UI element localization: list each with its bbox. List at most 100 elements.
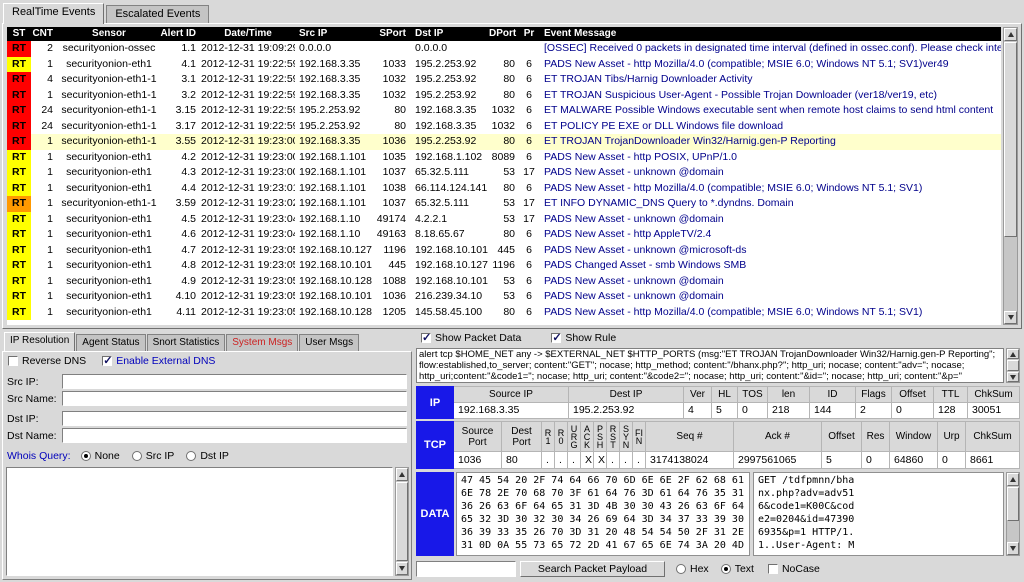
events-scrollbar[interactable]	[1003, 27, 1018, 325]
ip-value-cell: 30051	[968, 403, 1020, 420]
search-payload-input[interactable]	[416, 561, 516, 577]
col-header-cnt[interactable]: CNT	[31, 27, 59, 41]
dst-ip-input[interactable]	[62, 411, 407, 426]
external-dns-checkbox[interactable]: Enable External DNS	[102, 355, 215, 367]
event-cell-cnt: 1	[31, 134, 59, 150]
event-cell-pr: 6	[519, 103, 539, 119]
col-header-dst-ip[interactable]: Dst IP	[411, 27, 489, 41]
event-cell-st: RT	[7, 150, 31, 166]
tcp-header-cell: RST	[607, 421, 620, 452]
search-type-option-hex[interactable]: Hex	[676, 563, 709, 575]
event-cell-sport: 1037	[375, 165, 411, 181]
event-cell-sensor: securityonion-eth1	[59, 212, 159, 228]
event-row[interactable]: RT1securityonion-eth1-13.552012-12-31 19…	[7, 134, 1001, 150]
event-row[interactable]: RT1securityonion-eth14.62012-12-31 19:23…	[7, 227, 1001, 243]
event-row[interactable]: RT1securityonion-eth14.32012-12-31 19:23…	[7, 165, 1001, 181]
scroll-up-button[interactable]	[396, 468, 408, 481]
event-cell-cnt: 1	[31, 88, 59, 104]
event-row[interactable]: RT1securityonion-eth14.22012-12-31 19:23…	[7, 150, 1001, 166]
col-header-datetime[interactable]: Date/Time	[201, 27, 295, 41]
rule-scrollbar[interactable]	[1006, 348, 1020, 383]
ip-resolution-output[interactable]	[6, 467, 393, 576]
ip-header-cell: ID	[810, 386, 856, 403]
whois-option-dst-ip[interactable]: Dst IP	[186, 450, 229, 462]
scroll-down-button[interactable]	[396, 562, 408, 575]
show-packet-data-checkbox[interactable]: Show Packet Data	[421, 332, 521, 344]
scroll-up-button[interactable]	[1007, 473, 1019, 486]
tab-escalated-events[interactable]: Escalated Events	[106, 5, 209, 24]
ip-value-cell: 192.168.3.35	[454, 403, 569, 420]
tcp-value-cell: .	[555, 452, 568, 469]
payload-scrollbar[interactable]	[1006, 472, 1020, 556]
whois-option-none[interactable]: None	[81, 450, 120, 462]
event-cell-pr: 6	[519, 274, 539, 290]
event-cell-message: ET INFO DYNAMIC_DNS Query to *.dyndns. D…	[539, 196, 1001, 212]
resolution-scrollbar[interactable]	[395, 467, 409, 576]
event-row[interactable]: RT1securityonion-eth14.12012-12-31 19:22…	[7, 57, 1001, 73]
event-cell-pr: 6	[519, 134, 539, 150]
tab-ip-resolution[interactable]: IP Resolution	[4, 332, 75, 351]
event-row[interactable]: RT1securityonion-eth14.102012-12-31 19:2…	[7, 289, 1001, 305]
event-cell-datetime: 2012-12-31 19:22:59	[201, 119, 295, 135]
src-name-input[interactable]	[62, 391, 407, 406]
payload-ascii[interactable]: GET /tdfpmnn/bha nx.php?adv=adv51 6&code…	[753, 472, 1004, 556]
event-cell-st: RT	[7, 103, 31, 119]
event-row[interactable]: RT1securityonion-eth14.92012-12-31 19:23…	[7, 274, 1001, 290]
scroll-down-button[interactable]	[1007, 542, 1019, 555]
nocase-checkbox[interactable]: NoCase	[768, 563, 820, 575]
scroll-up-button[interactable]	[1004, 28, 1017, 41]
src-ip-input[interactable]	[62, 374, 407, 389]
event-row[interactable]: RT1securityonion-eth14.112012-12-31 19:2…	[7, 305, 1001, 321]
event-row[interactable]: RT2securityonion-ossec1.12012-12-31 19:0…	[7, 41, 1001, 57]
col-header-dport[interactable]: DPort	[489, 27, 519, 41]
scroll-thumb[interactable]	[1007, 487, 1019, 521]
scroll-down-button[interactable]	[1007, 372, 1019, 382]
scroll-thumb[interactable]	[1004, 42, 1017, 237]
col-header-event-message[interactable]: Event Message	[539, 27, 1001, 41]
event-row[interactable]: RT4securityonion-eth1-13.12012-12-31 19:…	[7, 72, 1001, 88]
event-row[interactable]: RT1securityonion-eth1-13.22012-12-31 19:…	[7, 88, 1001, 104]
search-type-option-text[interactable]: Text	[721, 563, 754, 575]
col-header-st[interactable]: ST	[7, 27, 31, 41]
payload-hex[interactable]: 47 45 54 20 2F 74 64 66 70 6D 6E 6E 2F 6…	[456, 472, 750, 556]
scroll-up-button[interactable]	[1007, 349, 1019, 359]
event-cell-pr	[519, 41, 539, 57]
checkbox-icon	[8, 356, 18, 366]
event-cell-sensor: securityonion-eth1	[59, 289, 159, 305]
col-header-sensor[interactable]: Sensor	[59, 27, 159, 41]
snort-rule-text[interactable]: alert tcp $HOME_NET any -> $EXTERNAL_NET…	[416, 348, 1004, 383]
event-row[interactable]: RT1securityonion-eth14.52012-12-31 19:23…	[7, 212, 1001, 228]
event-cell-src-ip: 195.2.253.92	[295, 119, 375, 135]
col-header-pr[interactable]: Pr	[519, 27, 539, 41]
whois-option-src-ip[interactable]: Src IP	[132, 450, 175, 462]
radio-label: Hex	[690, 563, 709, 575]
event-cell-alert-id: 4.10	[159, 289, 201, 305]
tcp-value-cell: .	[542, 452, 555, 469]
scroll-thumb[interactable]	[1007, 360, 1019, 371]
event-cell-cnt: 1	[31, 196, 59, 212]
event-row[interactable]: RT1securityonion-eth14.42012-12-31 19:23…	[7, 181, 1001, 197]
tab-agent-status[interactable]: Agent Status	[76, 334, 145, 351]
show-rule-checkbox[interactable]: Show Rule	[551, 332, 616, 344]
col-header-src-ip[interactable]: Src IP	[295, 27, 375, 41]
dst-name-input[interactable]	[62, 428, 407, 443]
col-header-alert-id[interactable]: Alert ID	[159, 27, 201, 41]
event-cell-cnt: 4	[31, 72, 59, 88]
event-cell-src-ip: 192.168.3.35	[295, 88, 375, 104]
tab-system-msgs[interactable]: System Msgs	[226, 334, 298, 351]
event-row[interactable]: RT24securityonion-eth1-13.152012-12-31 1…	[7, 103, 1001, 119]
event-row[interactable]: RT1securityonion-eth14.82012-12-31 19:23…	[7, 258, 1001, 274]
event-row[interactable]: RT24securityonion-eth1-13.172012-12-31 1…	[7, 119, 1001, 135]
search-packet-payload-button[interactable]: Search Packet Payload	[520, 561, 665, 577]
tab-snort-statistics[interactable]: Snort Statistics	[147, 334, 226, 351]
event-row[interactable]: RT1securityonion-eth1-13.592012-12-31 19…	[7, 196, 1001, 212]
event-cell-sport: 1036	[375, 134, 411, 150]
tab-realtime-events[interactable]: RealTime Events	[3, 3, 104, 24]
col-header-sport[interactable]: SPort	[375, 27, 411, 41]
event-row[interactable]: RT1securityonion-eth14.72012-12-31 19:23…	[7, 243, 1001, 259]
scroll-down-button[interactable]	[1004, 311, 1017, 324]
scroll-thumb[interactable]	[396, 482, 408, 561]
tab-user-msgs[interactable]: User Msgs	[299, 334, 359, 351]
event-cell-src-ip: 192.168.1.10	[295, 227, 375, 243]
reverse-dns-checkbox[interactable]: Reverse DNS	[8, 355, 86, 367]
